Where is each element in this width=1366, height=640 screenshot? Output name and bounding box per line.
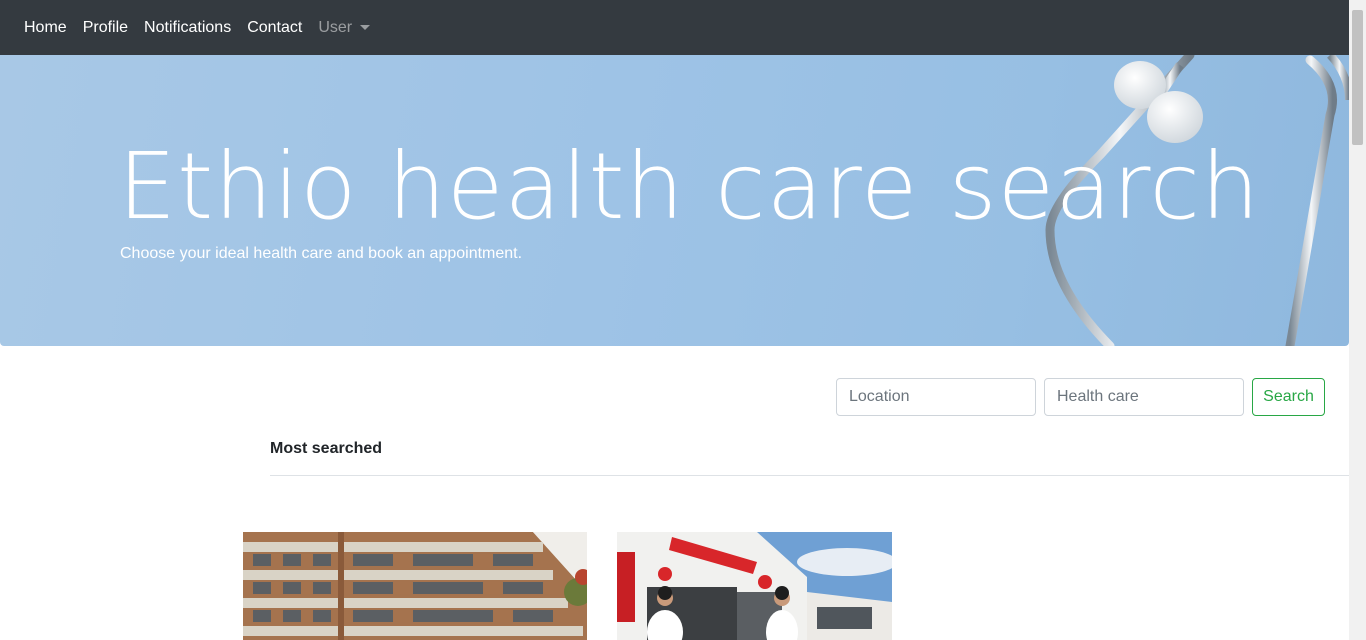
section-divider — [270, 475, 1349, 476]
hero-subtitle: Choose your ideal health care and book a… — [120, 245, 523, 262]
nav-user-dropdown[interactable]: User — [310, 0, 378, 55]
location-input[interactable] — [836, 378, 1036, 416]
nav-home[interactable]: Home — [16, 0, 75, 55]
search-button[interactable]: Search — [1252, 378, 1325, 416]
healthcare-input[interactable] — [1044, 378, 1244, 416]
clinic-entrance-image[interactable] — [617, 532, 892, 640]
nav-user-label: User — [318, 19, 353, 36]
scrollbar-thumb[interactable] — [1352, 10, 1363, 145]
nav-contact[interactable]: Contact — [239, 0, 310, 55]
hero-banner: Ethio health care search Choose your ide… — [0, 55, 1349, 346]
nav-profile[interactable]: Profile — [75, 0, 136, 55]
caret-down-icon — [360, 25, 371, 30]
nav-notifications[interactable]: Notifications — [136, 0, 239, 55]
hospital-building-image[interactable] — [243, 532, 587, 640]
most-searched-title: Most searched — [270, 440, 383, 457]
page-scrollbar[interactable] — [1349, 0, 1366, 640]
hero-title: Ethio health care search — [118, 133, 1261, 240]
page: Home Profile Notifications Contact User — [0, 0, 1366, 640]
top-navbar: Home Profile Notifications Contact User — [0, 0, 1349, 55]
